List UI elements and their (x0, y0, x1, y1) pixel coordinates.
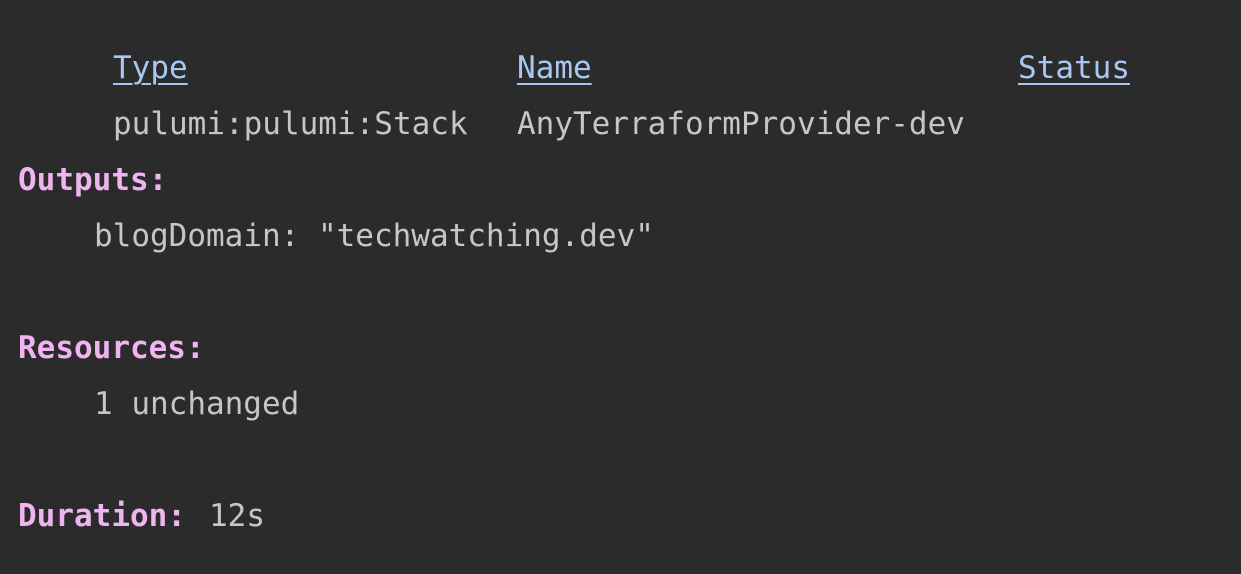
resource-item: 1 unchanged (94, 386, 300, 422)
column-header-type: Type (113, 50, 188, 86)
column-header-name: Name (517, 50, 592, 86)
duration-value: 12s (209, 498, 265, 534)
output-item: blogDomain: "techwatching.dev" (94, 218, 654, 254)
column-header-status: Status (1018, 50, 1130, 86)
resources-label: Resources: (18, 330, 205, 366)
terminal-output: Type Name Status pulumi:pulumi:Stack Any… (0, 0, 1241, 574)
duration-label: Duration: (18, 498, 186, 534)
outputs-label: Outputs: (18, 162, 168, 198)
table-row-type: pulumi:pulumi:Stack (113, 106, 468, 142)
table-row-name: AnyTerraformProvider-dev (517, 106, 965, 142)
